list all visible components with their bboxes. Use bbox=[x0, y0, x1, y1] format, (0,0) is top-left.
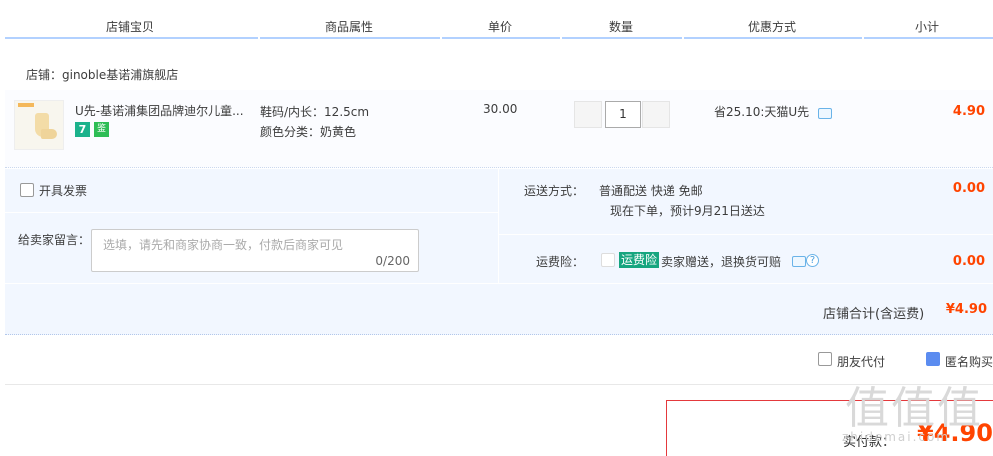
quantity-input[interactable]: 1 bbox=[605, 101, 641, 128]
header-col-promotion: 优惠方式 bbox=[748, 20, 797, 34]
header-underline bbox=[5, 37, 993, 39]
anonymous-checkbox[interactable] bbox=[926, 352, 940, 366]
insurance-desc: 卖家赠送，退换货可赔 bbox=[661, 255, 782, 269]
section-divider bbox=[499, 234, 993, 235]
message-char-count: 0/200 bbox=[375, 254, 410, 268]
shipping-eta: 现在下单，预计9月21日送达 bbox=[610, 204, 765, 218]
header-col-price: 单价 bbox=[488, 20, 513, 34]
insurance-tag: 运费险 bbox=[619, 252, 660, 268]
header-separator bbox=[440, 37, 442, 39]
message-placeholder: 选填，请先和商家协商一致，付款后商家可见 bbox=[103, 238, 344, 252]
order-options-panel: 开具发票 给卖家留言： 选填，请先和商家协商一致，付款后商家可见 0/200 运… bbox=[5, 169, 993, 335]
brand-logo-mark bbox=[18, 103, 34, 107]
header-col-shop-item: 店铺宝贝 bbox=[106, 20, 155, 34]
site-watermark: 值值值 bbox=[845, 383, 983, 434]
header-separator bbox=[258, 37, 260, 39]
invoice-section: 开具发票 bbox=[5, 169, 498, 213]
header-separator bbox=[862, 37, 864, 39]
header-col-subtotal: 小计 bbox=[915, 20, 940, 34]
shop-total-value: ¥4.90 bbox=[945, 302, 987, 317]
header-col-quantity: 数量 bbox=[609, 20, 634, 34]
quantity-decrease-button[interactable] bbox=[574, 101, 602, 128]
promo-chat-icon[interactable] bbox=[818, 108, 832, 119]
watermark-url: zhidemai.com bbox=[842, 430, 951, 444]
promotion-text[interactable]: 省25.10:天猫U先 bbox=[714, 103, 809, 120]
seller-message-input[interactable]: 选填，请先和商家协商一致，付款后商家可见 0/200 bbox=[91, 229, 419, 272]
header-col-attributes: 商品属性 bbox=[325, 20, 374, 34]
quantity-increase-button[interactable] bbox=[642, 101, 670, 128]
header-separator bbox=[682, 37, 684, 39]
insurance-cost: 0.00 bbox=[952, 254, 985, 269]
seven-day-return-icon[interactable]: 7 bbox=[75, 122, 90, 137]
anonymous-label: 匿名购买 bbox=[945, 355, 993, 369]
friend-pay-checkbox[interactable] bbox=[818, 352, 832, 366]
insurance-checkbox[interactable] bbox=[601, 253, 615, 267]
shipping-label: 运送方式： bbox=[524, 184, 585, 198]
insurance-chat-icon[interactable] bbox=[792, 256, 806, 267]
header-separator bbox=[560, 37, 562, 39]
order-item-row: U先-基诺浦集团品牌迪尔儿童... 7 鉴 鞋码/内长：12.5cm 颜色分类：… bbox=[5, 90, 993, 168]
section-divider bbox=[5, 283, 993, 284]
sock-image-foot bbox=[41, 129, 57, 139]
invoice-checkbox[interactable] bbox=[20, 183, 34, 197]
product-thumbnail[interactable] bbox=[14, 100, 64, 150]
shipping-cost: 0.00 bbox=[952, 181, 985, 196]
message-label: 给卖家留言： bbox=[18, 233, 91, 247]
shop-total-label: 店铺合计(含运费) bbox=[823, 307, 925, 322]
order-table-header: 店铺宝贝 商品属性 单价 数量 优惠方式 小计 bbox=[0, 0, 993, 40]
insurance-label: 运费险： bbox=[536, 255, 585, 269]
shipping-method[interactable]: 普通配送 快递 免邮 bbox=[599, 182, 703, 199]
shop-name[interactable]: 店铺：ginoble基诺浦旗舰店 bbox=[26, 66, 178, 83]
product-title-link[interactable]: U先-基诺浦集团品牌迪尔儿童... bbox=[75, 102, 247, 119]
attr-size: 鞋码/内长：12.5cm bbox=[260, 105, 370, 119]
checkout-page: 店铺宝贝 商品属性 单价 数量 优惠方式 小计 店铺：ginoble基诺浦旗舰店… bbox=[0, 0, 993, 456]
invoice-label: 开具发票 bbox=[39, 184, 88, 198]
friend-pay-label: 朋友代付 bbox=[837, 355, 886, 369]
attr-color: 颜色分类：奶黄色 bbox=[260, 125, 357, 139]
unit-price: 30.00 bbox=[483, 102, 518, 116]
help-icon[interactable]: ? bbox=[806, 254, 819, 267]
item-subtotal: 4.90 bbox=[952, 104, 985, 119]
authenticity-icon[interactable]: 鉴 bbox=[94, 122, 109, 137]
